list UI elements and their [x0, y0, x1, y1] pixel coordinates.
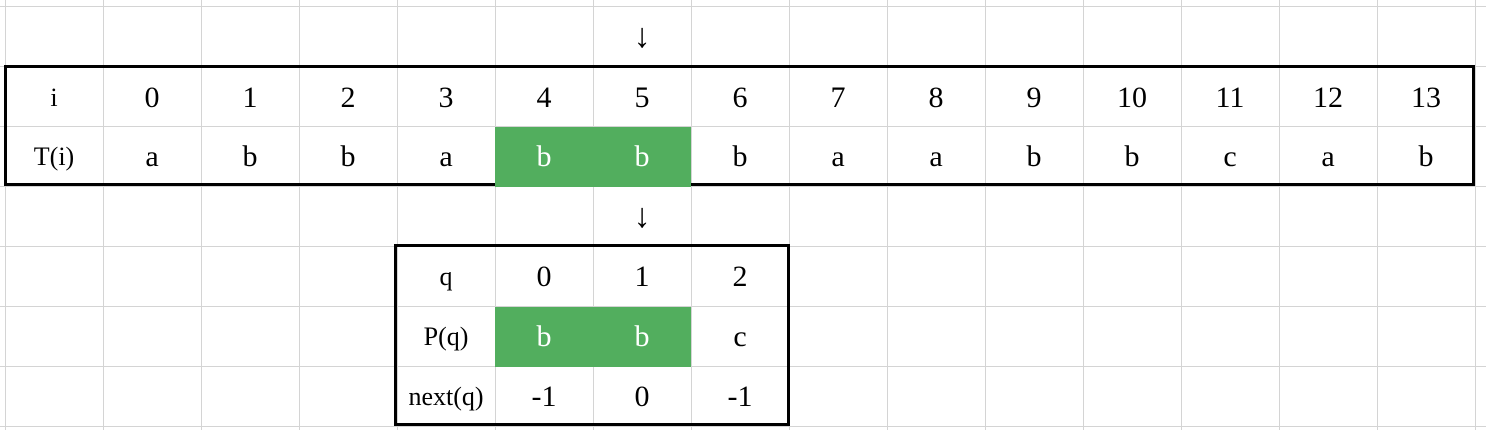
- text-char-cell: b: [732, 140, 748, 173]
- text-value-header: T(i): [33, 142, 75, 171]
- text-index-cell: 11: [1215, 81, 1245, 114]
- text-index-cell: 10: [1117, 81, 1147, 114]
- text-index-cell: 13: [1411, 81, 1441, 114]
- text-index-cell: 6: [732, 81, 748, 114]
- text-index-header: i: [50, 83, 58, 112]
- text-char-cell: b: [242, 140, 258, 173]
- text-char-cell: a: [929, 140, 943, 173]
- text-index-cell: 1: [242, 81, 258, 114]
- text-index-cell: 9: [1026, 81, 1042, 114]
- pattern-next-cell: 0: [634, 380, 650, 413]
- text-index-cell: 5: [634, 81, 650, 114]
- text-char-cell: b: [1418, 140, 1434, 173]
- pattern-index-header: q: [439, 262, 453, 291]
- text-index-cell: 8: [928, 81, 944, 114]
- bottom-pointer-arrow-icon: ↓: [633, 198, 651, 235]
- text-char-cell-highlighted: b: [495, 127, 593, 187]
- pattern-value-header: P(q): [423, 322, 469, 351]
- text-char-cell: a: [145, 140, 159, 173]
- text-index-cell: 12: [1313, 81, 1343, 114]
- text-char-cell: c: [1223, 140, 1237, 173]
- pattern-char-cell-highlighted: b: [495, 307, 593, 367]
- text-index-cell: 7: [830, 81, 846, 114]
- pattern-index-cell: 0: [536, 260, 552, 293]
- text-char-cell: b: [1124, 140, 1140, 173]
- text-char-cell: b: [340, 140, 356, 173]
- text-char-cell: a: [439, 140, 453, 173]
- pattern-next-header: next(q): [408, 382, 484, 411]
- text-index-cell: 4: [536, 81, 552, 114]
- text-index-cell: 2: [340, 81, 356, 114]
- pattern-index-cell: 2: [732, 260, 748, 293]
- text-char-cell: b: [1026, 140, 1042, 173]
- text-index-cell: 0: [144, 81, 160, 114]
- top-pointer-arrow-icon: ↓: [633, 18, 651, 55]
- pattern-char-cell-highlighted: b: [593, 307, 691, 367]
- pattern-index-cell: 1: [634, 260, 650, 293]
- pattern-next-cell: -1: [727, 380, 753, 413]
- text-char-cell: a: [1321, 140, 1335, 173]
- text-index-cell: 3: [438, 81, 454, 114]
- pattern-next-cell: -1: [531, 380, 557, 413]
- text-char-cell: a: [831, 140, 845, 173]
- text-char-cell-highlighted: b: [593, 127, 691, 187]
- pattern-char-cell: c: [733, 320, 747, 353]
